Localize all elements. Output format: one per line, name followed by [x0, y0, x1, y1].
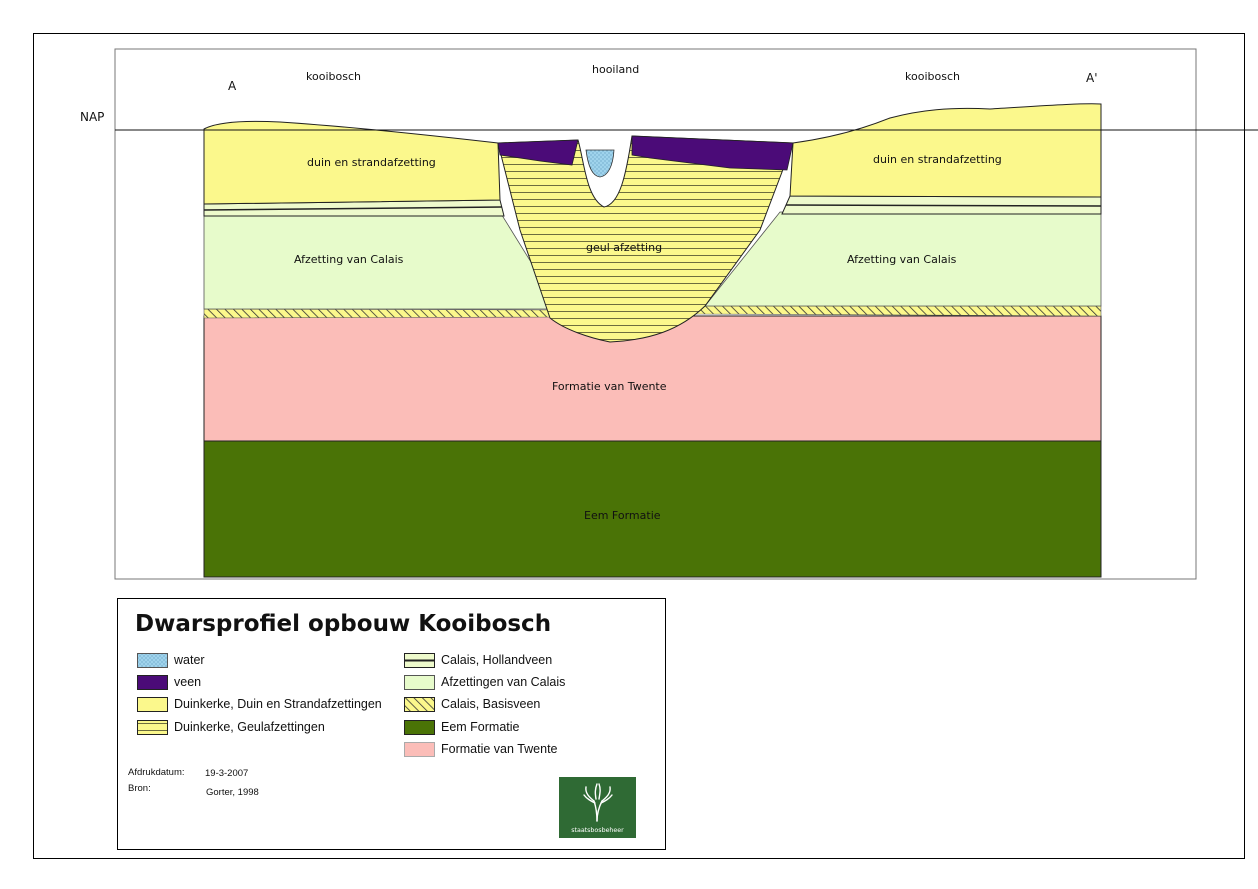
print-date-value: 19-3-2007 — [205, 768, 249, 779]
legend: Dwarsprofiel opbouw Kooibosch water veen… — [117, 598, 666, 850]
legend-item-hollandveen: Calais, Hollandveen — [404, 651, 552, 669]
layer-label-calais-left: Afzetting van Calais — [294, 253, 404, 266]
legend-item-veen: veen — [137, 673, 201, 691]
place-label-right: kooibosch — [905, 70, 960, 83]
nap-label: NAP — [80, 110, 104, 124]
legend-label: veen — [174, 675, 202, 689]
point-a-prime-label: A' — [1086, 71, 1098, 85]
layer-label-eem: Eem Formatie — [584, 509, 661, 522]
source-label: Bron: — [128, 783, 151, 794]
place-label-left: kooibosch — [306, 70, 361, 83]
veen-swatch — [137, 674, 168, 690]
legend-item-duin: Duinkerke, Duin en Strandafzettingen — [137, 695, 382, 713]
legend-item-twente: Formatie van Twente — [404, 740, 558, 758]
twente-swatch — [404, 741, 435, 757]
place-label-center: hooiland — [592, 63, 639, 76]
legend-label: Formatie van Twente — [441, 742, 558, 756]
legend-label: Calais, Basisveen — [441, 697, 541, 711]
layer-basisveen-left — [203, 308, 561, 319]
geul-swatch — [137, 719, 168, 735]
layer-basisveen-right — [694, 305, 1102, 317]
legend-label: Afzettingen van Calais — [441, 675, 566, 689]
water-swatch — [137, 652, 168, 668]
legend-label: Eem Formatie — [441, 720, 520, 734]
source-value: Gorter, 1998 — [206, 787, 259, 798]
legend-label: Duinkerke, Geulafzettingen — [174, 720, 325, 734]
staatsbosbeheer-logo: staatsbosbeheer — [559, 777, 636, 838]
layer-label-duin-left: duin en strandafzetting — [307, 156, 436, 169]
eem-swatch — [404, 719, 435, 735]
duin-swatch — [137, 696, 168, 712]
basisveen-swatch — [404, 696, 435, 712]
legend-label: Calais, Hollandveen — [441, 653, 553, 667]
tree-logo-icon: staatsbosbeheer — [571, 783, 624, 834]
hollandveen-swatch — [404, 652, 435, 668]
legend-label: Duinkerke, Duin en Strandafzettingen — [174, 697, 382, 711]
layer-label-calais-right: Afzetting van Calais — [847, 253, 957, 266]
layer-label-geul: geul afzetting — [586, 241, 662, 254]
legend-item-water: water — [137, 651, 205, 669]
layer-label-duin-right: duin en strandafzetting — [873, 153, 1002, 166]
calais-swatch — [404, 674, 435, 690]
legend-title: Dwarsprofiel opbouw Kooibosch — [135, 611, 552, 637]
legend-item-calais: Afzettingen van Calais — [404, 673, 565, 691]
layer-label-twente: Formatie van Twente — [552, 380, 667, 393]
legend-item-eem: Eem Formatie — [404, 718, 520, 736]
legend-label: water — [174, 653, 205, 667]
point-a-label: A — [228, 79, 237, 93]
legend-item-basisveen: Calais, Basisveen — [404, 695, 540, 713]
print-date-label: Afdrukdatum: — [128, 767, 185, 778]
legend-item-geul: Duinkerke, Geulafzettingen — [137, 718, 325, 736]
svg-text:staatsbosbeheer: staatsbosbeheer — [571, 827, 624, 834]
